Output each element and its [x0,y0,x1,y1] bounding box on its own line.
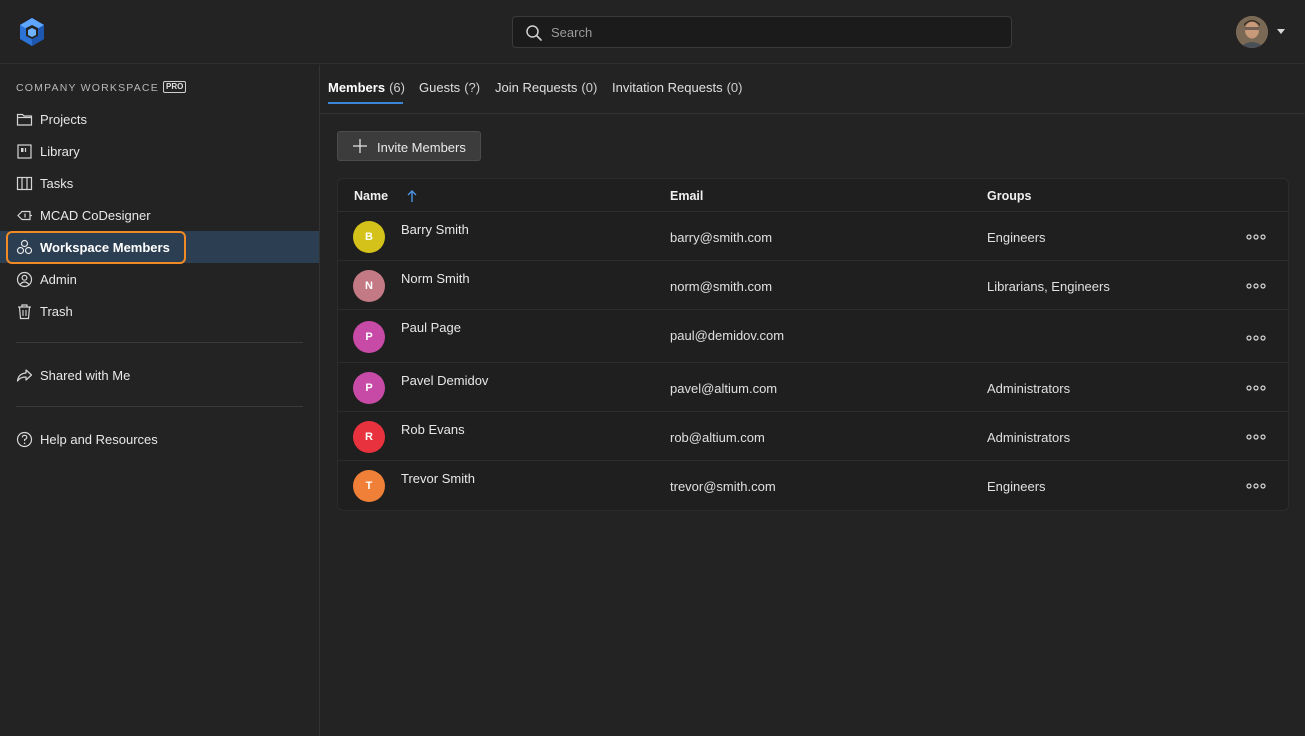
member-avatar: T [353,470,385,502]
member-name: Pavel Demidov [401,373,489,388]
library-icon [17,144,32,159]
sidebar-item-trash[interactable]: Trash [0,295,319,327]
sidebar-item-help-and-resources[interactable]: Help and Resources [0,423,319,455]
sidebar-divider [16,342,303,343]
sidebar-item-mcad-codesigner[interactable]: MCAD CoDesigner [0,199,319,231]
more-options-icon[interactable] [1245,384,1267,392]
invite-members-button[interactable]: Invite Members [337,131,481,161]
member-name: Rob Evans [401,422,465,437]
search-icon [526,25,542,41]
table-row[interactable]: P Paul Page paul@demidov.com [338,310,1288,363]
sidebar-item-projects[interactable]: Projects [0,103,319,135]
sidebar-item-label: Library [40,144,80,159]
tab-label: Join Requests [495,80,578,95]
main-content: Members (6) Guests (?) Join Requests (0) In… [320,65,1305,736]
tab-invitation-requests[interactable]: Invitation Requests (0) [612,80,742,105]
mcad-icon [17,210,32,221]
help-icon [16,431,33,448]
member-groups: Administrators [987,381,1071,396]
table-row[interactable]: P Pavel Demidov pavel@altium.com Adminis… [338,363,1288,412]
member-email: barry@smith.com [670,230,773,245]
tab-label: Members [328,80,386,95]
sidebar-item-label: Trash [40,304,73,319]
sidebar-item-label: Projects [40,112,87,127]
tab-count: (6) [389,80,405,95]
sidebar-item-label: Tasks [40,176,74,191]
active-tab-indicator [328,102,403,104]
tab-bar: Members (6) Guests (?) Join Requests (0) In… [320,65,1305,114]
tab-join-requests[interactable]: Join Requests (0) [495,80,597,105]
member-avatar: P [353,321,385,353]
table-row[interactable]: N Norm Smith norm@smith.com Librarians, … [338,261,1288,310]
sidebar-divider [16,406,303,407]
table-row[interactable]: R Rob Evans rob@altium.com Administrator… [338,412,1288,461]
invite-members-label: Invite Members [377,140,466,155]
table-row[interactable]: T Trevor Smith trevor@smith.com Engineer… [338,461,1288,510]
active-item-highlight [6,231,186,264]
sidebar-item-label: Shared with Me [40,368,131,383]
table-row[interactable]: B Barry Smith barry@smith.com Engineers [338,212,1288,261]
search-placeholder: Search [551,25,593,40]
member-email: pavel@altium.com [670,381,778,396]
tab-count: (?) [464,80,481,95]
more-options-icon[interactable] [1245,233,1267,241]
column-header-email[interactable]: Email [670,189,703,203]
member-name: Trevor Smith [401,471,475,486]
member-avatar: N [353,270,385,302]
trash-icon [18,304,31,320]
user-menu-caret-icon[interactable] [1277,29,1285,34]
member-name: Barry Smith [401,222,469,237]
tasks-icon [16,176,33,191]
sidebar-item-label: MCAD CoDesigner [40,208,151,223]
member-email: paul@demidov.com [670,328,785,343]
table-header: Name Email Groups [338,179,1288,212]
folder-icon [16,113,33,126]
member-avatar: B [353,221,385,253]
more-options-icon[interactable] [1245,282,1267,290]
sidebar-item-admin[interactable]: Admin [0,263,319,295]
tab-count: (0) [726,80,743,95]
members-table: Name Email Groups B Barry Smith barry@sm… [337,178,1289,511]
top-bar: Search [0,0,1305,64]
app-logo-icon[interactable] [16,16,48,48]
sort-ascending-icon[interactable] [405,188,419,204]
sidebar: COMPANY WORKSPACE PRO Projects Library T… [0,65,320,736]
sidebar-item-library[interactable]: Library [0,135,319,167]
plus-icon [353,139,367,153]
more-options-icon[interactable] [1245,334,1267,342]
member-groups: Engineers [987,230,1046,245]
member-name: Norm Smith [401,271,470,286]
tab-guests[interactable]: Guests (?) [419,80,480,105]
sidebar-item-label: Admin [40,272,77,287]
member-name: Paul Page [401,320,461,335]
sidebar-item-tasks[interactable]: Tasks [0,167,319,199]
sidebar-item-label: Help and Resources [40,432,158,447]
tab-label: Guests [419,80,461,95]
member-avatar: P [353,372,385,404]
pro-badge: PRO [163,81,187,93]
share-icon [16,369,33,382]
member-email: rob@altium.com [670,430,765,445]
more-options-icon[interactable] [1245,433,1267,441]
admin-icon [16,271,33,288]
search-input[interactable]: Search [512,16,1012,48]
tab-label: Invitation Requests [612,80,723,95]
sidebar-item-shared-with-me[interactable]: Shared with Me [0,359,319,391]
member-email: norm@smith.com [670,279,773,294]
member-groups: Librarians, Engineers [987,279,1110,294]
user-avatar[interactable] [1236,16,1268,48]
member-groups: Administrators [987,430,1071,445]
member-groups: Engineers [987,479,1046,494]
workspace-label: COMPANY WORKSPACE [16,82,159,94]
member-avatar: R [353,421,385,453]
more-options-icon[interactable] [1245,482,1267,490]
column-header-name[interactable]: Name [354,189,388,203]
column-header-groups[interactable]: Groups [987,189,1031,203]
member-email: trevor@smith.com [670,479,776,494]
tab-count: (0) [581,80,598,95]
